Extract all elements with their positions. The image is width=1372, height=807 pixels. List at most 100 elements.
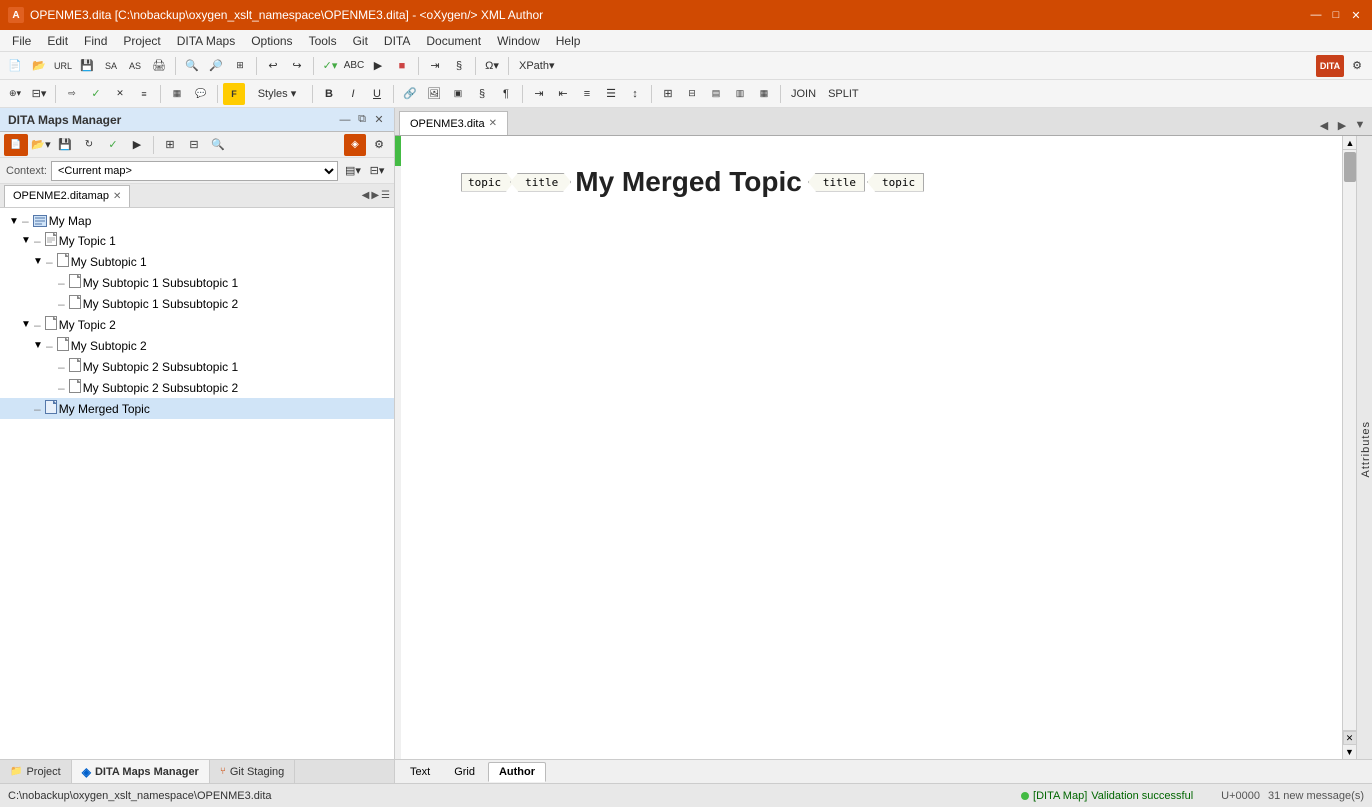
bold-button[interactable]: B [318,83,340,105]
save-as-button[interactable]: AS [124,55,146,77]
scrollbar-down-button[interactable]: ▼ [1343,745,1357,759]
tab-nav-prev[interactable]: ◀ [1316,117,1332,133]
dita-tab-prev[interactable]: ◀ [362,190,370,201]
vertical-scrollbar[interactable]: ▲ ✕ ▼ [1342,136,1356,759]
check-button[interactable]: ✓ [85,83,107,105]
format-indent-button[interactable]: ⇥ [424,55,446,77]
accept-button[interactable]: ≡ [133,83,155,105]
insert-special-char-button[interactable]: Ω▾ [481,55,503,77]
table-cell-button[interactable]: ▦ [753,83,775,105]
decrease-indent-button[interactable]: ⇤ [552,83,574,105]
attributes-panel[interactable]: Attributes [1356,136,1372,759]
context-filter-button[interactable]: ⊟▾ [366,160,388,182]
check-spelling-button[interactable]: ABC [343,55,365,77]
tab-author[interactable]: Author [488,762,546,782]
apply-xsl-button[interactable]: ▶ [367,55,389,77]
scroll-corner-btn1[interactable]: ✕ [1343,731,1357,745]
tab-text[interactable]: Text [399,762,441,782]
format-button[interactable]: § [448,55,470,77]
panel-close-button[interactable]: ✕ [372,113,386,127]
editor-scroll-area[interactable]: topic title My Merged Topic title [401,136,1342,759]
menu-git[interactable]: Git [345,32,376,50]
menu-dita-maps[interactable]: DITA Maps [169,32,243,50]
options-gear-button[interactable]: ⚙ [1346,55,1368,77]
menu-edit[interactable]: Edit [39,32,76,50]
section-button[interactable]: § [471,83,493,105]
new-button[interactable]: 📄 [4,55,26,77]
filter-button[interactable]: ⊟▾ [28,83,50,105]
image-button[interactable]: 🖼 [423,83,445,105]
menu-tools[interactable]: Tools [301,32,345,50]
table-row-button[interactable]: ▤ [705,83,727,105]
dm-collapse-button[interactable]: ⊟ [183,134,205,156]
editor-tab-close[interactable]: ✕ [489,118,497,129]
find-prev-button[interactable]: 🔎 [205,55,227,77]
tree-item-mysubtopic1[interactable]: ▼ – My Subtopic 1 [0,251,394,272]
tree-item-mymergedtopic[interactable]: – My Merged Topic [0,398,394,419]
maximize-button[interactable]: □ [1328,7,1344,23]
unordered-list-button[interactable]: ≡ [576,83,598,105]
tree-item-mytopic2[interactable]: ▼ – My Topic 2 [0,314,394,335]
highlight-button[interactable]: F [223,83,245,105]
tree-item-mymap[interactable]: ▼ – My Map [0,212,394,230]
dm-transform-button[interactable]: ▶ [126,134,148,156]
media-button[interactable]: ▣ [447,83,469,105]
tree-toggle-mysubtopic1[interactable]: ▼ [32,256,44,268]
table-button[interactable]: ⊞ [657,83,679,105]
context-options-button[interactable]: ▤▾ [342,160,364,182]
increase-indent-button[interactable]: ⇥ [528,83,550,105]
tree-toggle-mymap[interactable]: ▼ [8,215,20,227]
tree-toggle-mytopic2[interactable]: ▼ [20,319,32,331]
tab-grid[interactable]: Grid [443,762,486,782]
dm-new-button[interactable]: 📄 [4,134,28,156]
stop-button[interactable]: ■ [391,55,413,77]
panel-tab-project[interactable]: 📁 Project [0,760,72,784]
split-button[interactable]: SPLIT [823,83,864,105]
tree-item-sub1sub1[interactable]: – My Subtopic 1 Subsubtopic 1 [0,272,394,293]
minimize-button[interactable]: — [1308,7,1324,23]
menu-find[interactable]: Find [76,32,115,50]
tree-item-sub2sub2[interactable]: – My Subtopic 2 Subsubtopic 2 [0,377,394,398]
open-button[interactable]: 📂 [28,55,50,77]
panel-tab-git[interactable]: ⑂ Git Staging [210,760,295,784]
close-button[interactable]: ✕ [1348,7,1364,23]
paragraph-mark-button[interactable]: ¶ [495,83,517,105]
panel-tab-dita-maps[interactable]: ◈ DITA Maps Manager [72,760,210,784]
dm-settings-button[interactable]: ⚙ [368,134,390,156]
tree-toggle-mysubtopic2[interactable]: ▼ [32,340,44,352]
menu-options[interactable]: Options [243,32,300,50]
scrollbar-up-button[interactable]: ▲ [1343,136,1357,150]
join-button[interactable]: JOIN [786,83,821,105]
tab-nav-menu[interactable]: ▼ [1352,117,1368,133]
tab-nav-next[interactable]: ▶ [1334,117,1350,133]
dm-expand-button[interactable]: ⊞ [159,134,181,156]
save-all-button[interactable]: SA [100,55,122,77]
find-next-button[interactable]: ⊞ [229,55,251,77]
dm-highlight-button[interactable]: ◈ [344,134,366,156]
xpath-button[interactable]: XPath▾ [514,55,560,77]
styles-dropdown[interactable]: Styles ▾ [247,83,307,105]
ditamap-tab-close[interactable]: ✕ [113,191,121,202]
menu-window[interactable]: Window [489,32,548,50]
insert-comment-button[interactable]: 💬 [190,83,212,105]
editor-tab-openme3[interactable]: OPENME3.dita ✕ [399,111,508,135]
transform-button[interactable]: ⇨ [61,83,83,105]
table-props-button[interactable]: ⊟ [681,83,703,105]
find-replace-button[interactable]: 🔍 [181,55,203,77]
dita-tab-next[interactable]: ▶ [371,190,379,201]
menu-project[interactable]: Project [115,32,168,50]
context-dropdown[interactable]: <Current map> [51,161,338,181]
menu-help[interactable]: Help [548,32,589,50]
dm-save-button[interactable]: 💾 [54,134,76,156]
validate-button[interactable]: ✓▾ [319,55,341,77]
scrollbar-thumb[interactable] [1344,152,1356,182]
dm-validate-button[interactable]: ✓ [102,134,124,156]
table-col-button[interactable]: ▥ [729,83,751,105]
tree-item-mytopic1[interactable]: ▼ – My Topic 1 [0,230,394,251]
menu-dita[interactable]: DITA [376,32,418,50]
undo-button[interactable]: ↩ [262,55,284,77]
italic-button[interactable]: I [342,83,364,105]
tree-item-sub1sub2[interactable]: – My Subtopic 1 Subsubtopic 2 [0,293,394,314]
ditamap-tab[interactable]: OPENME2.ditamap ✕ [4,185,130,207]
tree-item-mysubtopic2[interactable]: ▼ – My Subtopic 2 [0,335,394,356]
